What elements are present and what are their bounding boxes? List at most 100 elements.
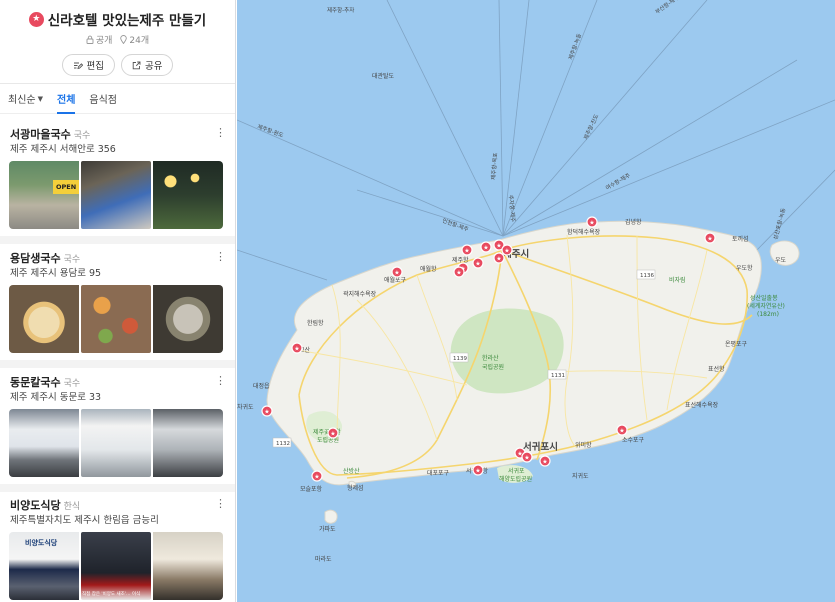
header-actions: 편집 공유 — [0, 54, 235, 76]
place-category: 한식 — [63, 502, 81, 512]
photo-thumbnail[interactable] — [81, 285, 151, 353]
road-number: 1131 — [551, 373, 565, 379]
gapado-island — [324, 509, 338, 524]
edit-button[interactable]: 편집 — [61, 54, 115, 76]
star-icon: ★ — [330, 430, 335, 437]
place-label: 대포포구 — [427, 469, 450, 477]
list-divider — [0, 360, 235, 368]
photo-thumbnail[interactable]: 비양도식당 — [9, 532, 79, 600]
share-icon — [132, 61, 141, 69]
photo-thumbnail[interactable]: OPEN — [9, 161, 80, 229]
edit-label: 편집 — [86, 61, 104, 72]
photo-thumbnail[interactable]: 직접 잡은 '비양도 새조'… 이식 — [81, 532, 151, 600]
park-label: 해양도립공원 — [499, 475, 532, 483]
road-number: 1139 — [453, 356, 467, 362]
photo-thumbnail[interactable] — [153, 409, 223, 477]
tab-all[interactable]: 전체 — [57, 84, 76, 114]
island-label: 우도 — [775, 257, 787, 264]
list-header: ★ 신라호텔 맛있는제주 만들기 공개 24개 편집 공유 — [0, 0, 235, 84]
star-icon: ★ — [28, 11, 44, 27]
map-view[interactable]: 1136 1139 1131 1132 제주항-추자 부산항-제주 제주항-녹동… — [237, 0, 835, 602]
place-label: 곽지해수욕장 — [343, 290, 377, 298]
place-label: 애월항 — [420, 265, 437, 273]
star-icon: ★ — [496, 255, 501, 262]
road-number: 1136 — [640, 273, 654, 279]
park-label: 비자림 — [669, 276, 686, 284]
star-icon: ★ — [456, 269, 461, 276]
city-label-seogwipo: 서귀포시 — [523, 441, 558, 453]
star-icon: ★ — [475, 467, 480, 474]
star-icon: ★ — [294, 345, 299, 352]
star-icon: ★ — [464, 247, 469, 254]
place-address: 제주 제주시 서해안로 356 — [10, 144, 116, 155]
park-label: 산방산 — [343, 467, 360, 475]
jeju-map[interactable]: 1136 1139 1131 1132 제주항-추자 부산항-제주 제주항-녹동… — [237, 0, 835, 602]
count-info: 24개 — [120, 33, 149, 46]
place-label: 모슬포항 — [300, 485, 323, 493]
place-item[interactable]: 비양도식당 한식 제주특별자치도 제주시 한림읍 금능리 ⋮ 비양도식당 직접 잡… — [0, 497, 235, 602]
photo-thumbnail[interactable] — [9, 285, 79, 353]
filter-tabs: 최신순 ▼ 전체 음식점 — [0, 84, 235, 114]
place-name: 서광마을국수 국수 — [10, 128, 91, 141]
place-label: 온평포구 — [725, 340, 748, 348]
share-button[interactable]: 공유 — [121, 54, 174, 76]
place-address: 제주 제주시 용담로 95 — [10, 268, 102, 279]
star-icon: ★ — [394, 269, 399, 276]
edit-icon — [73, 62, 83, 69]
place-label: 토끼섬 — [732, 235, 749, 243]
ferry-label: 추자항-제주 — [507, 194, 517, 222]
more-options-icon[interactable]: ⋮ — [215, 126, 226, 139]
park-label: 한라산 — [482, 354, 499, 362]
place-category: 국수 — [73, 131, 91, 141]
photo-thumbnail[interactable] — [9, 409, 79, 477]
place-item[interactable]: 동문칼국수 국수 제주 제주시 동문로 33 ⋮ — [0, 374, 235, 484]
place-label: 표선해수욕장 — [685, 401, 719, 409]
ferry-label: 제주항-목포 — [489, 152, 499, 180]
place-item[interactable]: 용담생국수 국수 제주 제주시 용담로 95 ⋮ — [0, 250, 235, 360]
place-address: 제주특별자치도 제주시 한림읍 금능리 — [10, 515, 159, 526]
more-options-icon[interactable]: ⋮ — [215, 250, 226, 263]
place-label: 한림항 — [307, 319, 324, 327]
ferry-label: 인천항-제주 — [441, 216, 469, 233]
island-label: 대관탈도 — [372, 72, 395, 80]
star-icon: ★ — [264, 408, 269, 415]
caret-down-icon: ▼ — [37, 94, 43, 103]
more-options-icon[interactable]: ⋮ — [215, 497, 226, 510]
sort-label: 최신순 — [8, 95, 36, 106]
star-icon: ★ — [707, 235, 712, 242]
photo-strip — [9, 285, 223, 353]
photo-thumbnail[interactable] — [153, 285, 223, 353]
photo-thumbnail[interactable] — [153, 161, 223, 229]
pin-icon — [120, 35, 128, 44]
place-category: 국수 — [63, 255, 81, 265]
place-label: 함덕해수욕장 — [567, 228, 601, 236]
lock-icon — [86, 35, 94, 44]
photo-thumbnail[interactable] — [153, 532, 223, 600]
visibility-text: 공개 — [95, 36, 113, 46]
list-title: 신라호텔 맛있는제주 만들기 — [47, 13, 207, 29]
visibility-info: 공개 — [86, 33, 113, 46]
shop-sign: 비양도식당 — [25, 539, 58, 547]
ferry-route-labels: 제주항-추자 부산항-제주 제주항-녹동 제주항-진도 추자항-제주 제주항-목… — [256, 0, 787, 241]
tab-restaurant[interactable]: 음식점 — [89, 91, 117, 106]
island-label: 가파도 — [319, 525, 336, 533]
list-panel: ★ 신라호텔 맛있는제주 만들기 공개 24개 편집 공유 최신순 ▼ 전체 음… — [0, 0, 236, 602]
photo-thumbnail[interactable] — [81, 161, 151, 229]
island-label: 차귀도 — [237, 403, 254, 411]
place-item[interactable]: 서광마을국수 국수 제주 제주시 서해안로 356 ⋮ OPEN — [0, 126, 235, 236]
star-icon: ★ — [475, 260, 480, 267]
park-label: 국립공원 — [482, 363, 504, 371]
list-meta: 공개 24개 — [0, 33, 235, 46]
place-label: 소수포구 — [622, 437, 645, 444]
star-icon: ★ — [504, 247, 509, 254]
ferry-label: 제주항-추자 — [327, 6, 354, 14]
sort-dropdown[interactable]: 최신순 ▼ — [8, 91, 43, 107]
more-options-icon[interactable]: ⋮ — [215, 374, 226, 387]
park-label: (세계자연유산) — [747, 302, 785, 310]
star-icon: ★ — [483, 244, 488, 251]
island-label: 마라도 — [315, 555, 332, 563]
road-number: 1132 — [276, 441, 290, 447]
star-icon: ★ — [619, 427, 624, 434]
photo-thumbnail[interactable] — [81, 409, 151, 477]
open-sign: OPEN — [53, 180, 80, 194]
